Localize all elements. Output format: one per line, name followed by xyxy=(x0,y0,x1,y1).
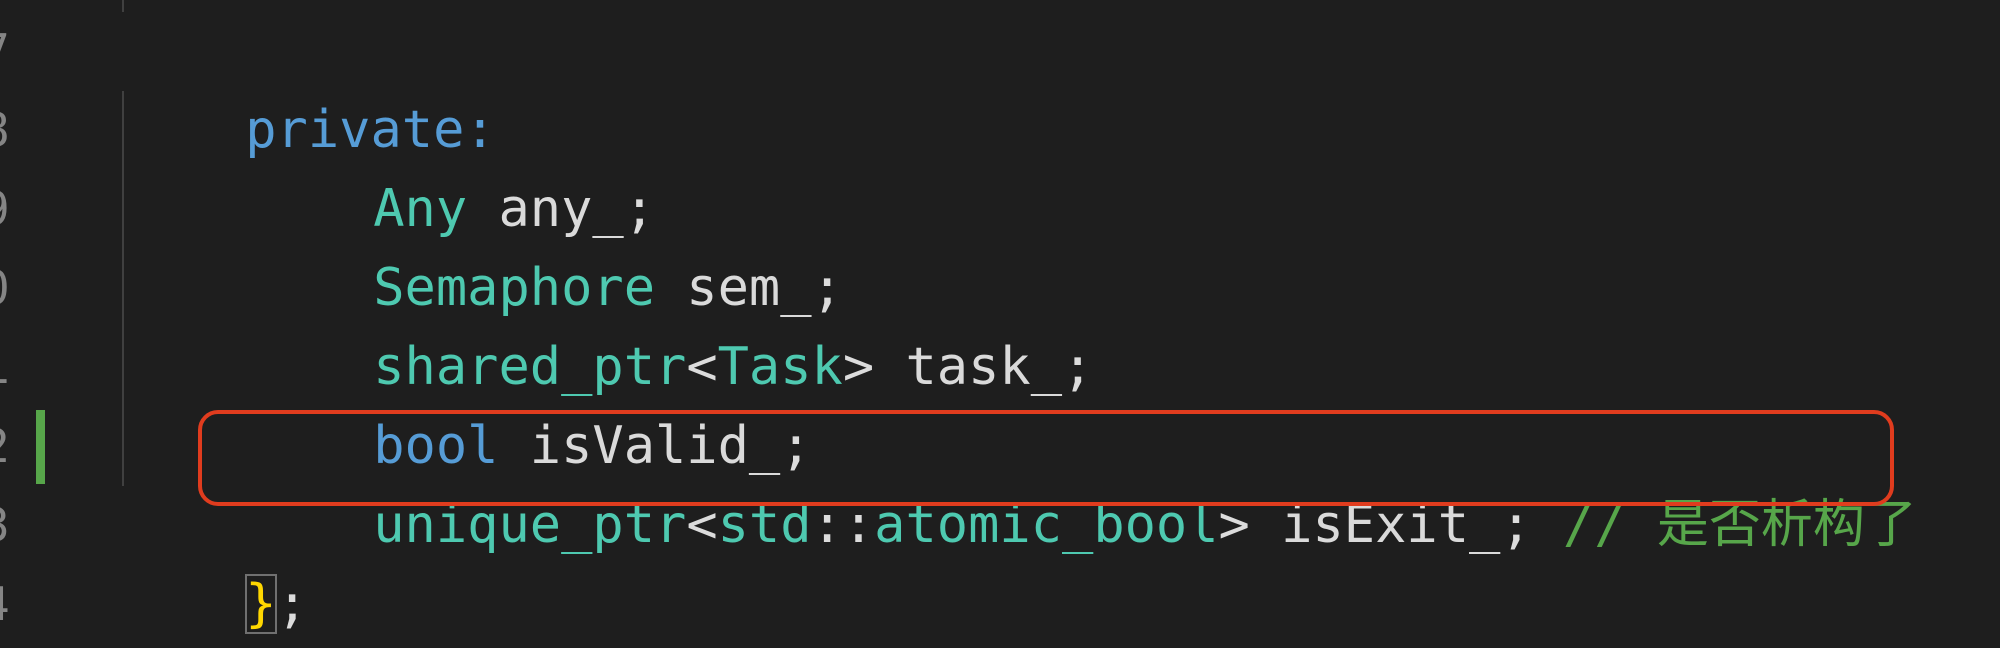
semicolon: ; xyxy=(1062,337,1094,397)
line-number: 3 xyxy=(0,486,22,565)
code-editor[interactable]: 7 8 9 0 1 2 3 4 private: Any any_; Semap… xyxy=(0,0,2000,648)
member-name: task_ xyxy=(874,337,1063,397)
code-line-8[interactable]: Any any_; xyxy=(248,91,655,239)
modified-line-indicator xyxy=(36,410,45,484)
semicolon: ; xyxy=(276,574,308,634)
code-line-7[interactable]: private: xyxy=(120,12,495,160)
line-number: 0 xyxy=(0,249,22,328)
line-number: 9 xyxy=(0,170,22,249)
red-highlight-annotation xyxy=(198,410,1894,506)
indent-guide xyxy=(122,0,124,12)
code-line-11[interactable]: bool isValid_; xyxy=(248,328,811,476)
line-number: 2 xyxy=(0,407,22,486)
code-line-9[interactable]: Semaphore sem_; xyxy=(248,170,843,318)
line-number: 1 xyxy=(0,328,22,407)
code-line-10[interactable]: shared_ptr<Task> task_; xyxy=(248,249,1093,397)
closing-brace: } xyxy=(245,574,277,634)
angle-close: > xyxy=(842,337,875,397)
line-number: 7 xyxy=(0,12,22,91)
line-number: 8 xyxy=(0,91,22,170)
line-number: 4 xyxy=(0,565,22,644)
line-number-gutter: 7 8 9 0 1 2 3 4 xyxy=(0,0,60,648)
